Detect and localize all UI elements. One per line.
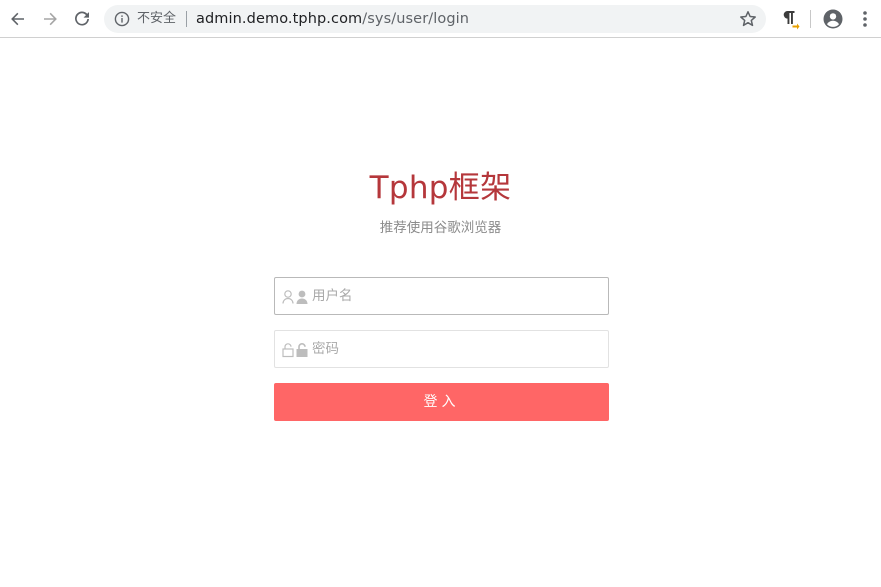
username-field[interactable] <box>274 277 609 315</box>
password-field[interactable] <box>274 330 609 368</box>
lock-solid-icon <box>296 343 308 357</box>
user-solid-icon <box>296 290 308 304</box>
toolbar-divider <box>810 10 811 28</box>
password-input[interactable] <box>312 331 602 367</box>
username-input[interactable] <box>312 278 602 314</box>
omnibox-divider <box>186 11 187 27</box>
url-path: /sys/user/login <box>362 11 470 27</box>
page-subtitle: 推荐使用谷歌浏览器 <box>379 220 502 236</box>
back-button[interactable] <box>6 7 30 31</box>
pilcrow-extension-icon[interactable] <box>778 8 800 30</box>
star-icon[interactable] <box>739 10 757 28</box>
security-status-label[interactable]: 不安全 <box>137 11 176 27</box>
page-title: Tphp框架 <box>369 170 512 206</box>
username-icons <box>282 289 308 305</box>
user-outline-icon <box>282 290 294 304</box>
kebab-menu-icon[interactable] <box>857 9 873 29</box>
reload-icon <box>75 11 89 26</box>
password-icons <box>282 342 308 358</box>
profile-icon[interactable] <box>822 8 844 30</box>
forward-button[interactable] <box>38 7 62 31</box>
reload-button[interactable] <box>70 7 94 31</box>
info-icon[interactable] <box>114 11 130 27</box>
forward-arrow-icon <box>44 12 57 26</box>
url-text[interactable]: admin.demo.tphp.com/sys/user/login <box>196 10 469 28</box>
login-button[interactable]: 登入 <box>274 383 609 421</box>
address-bar[interactable]: 不安全 admin.demo.tphp.com/sys/user/login <box>104 5 766 33</box>
browser-toolbar: 不安全 admin.demo.tphp.com/sys/user/login <box>0 0 881 38</box>
lock-outline-icon <box>282 343 294 358</box>
back-arrow-icon <box>11 12 24 26</box>
url-host: admin.demo.tphp.com <box>196 11 363 27</box>
